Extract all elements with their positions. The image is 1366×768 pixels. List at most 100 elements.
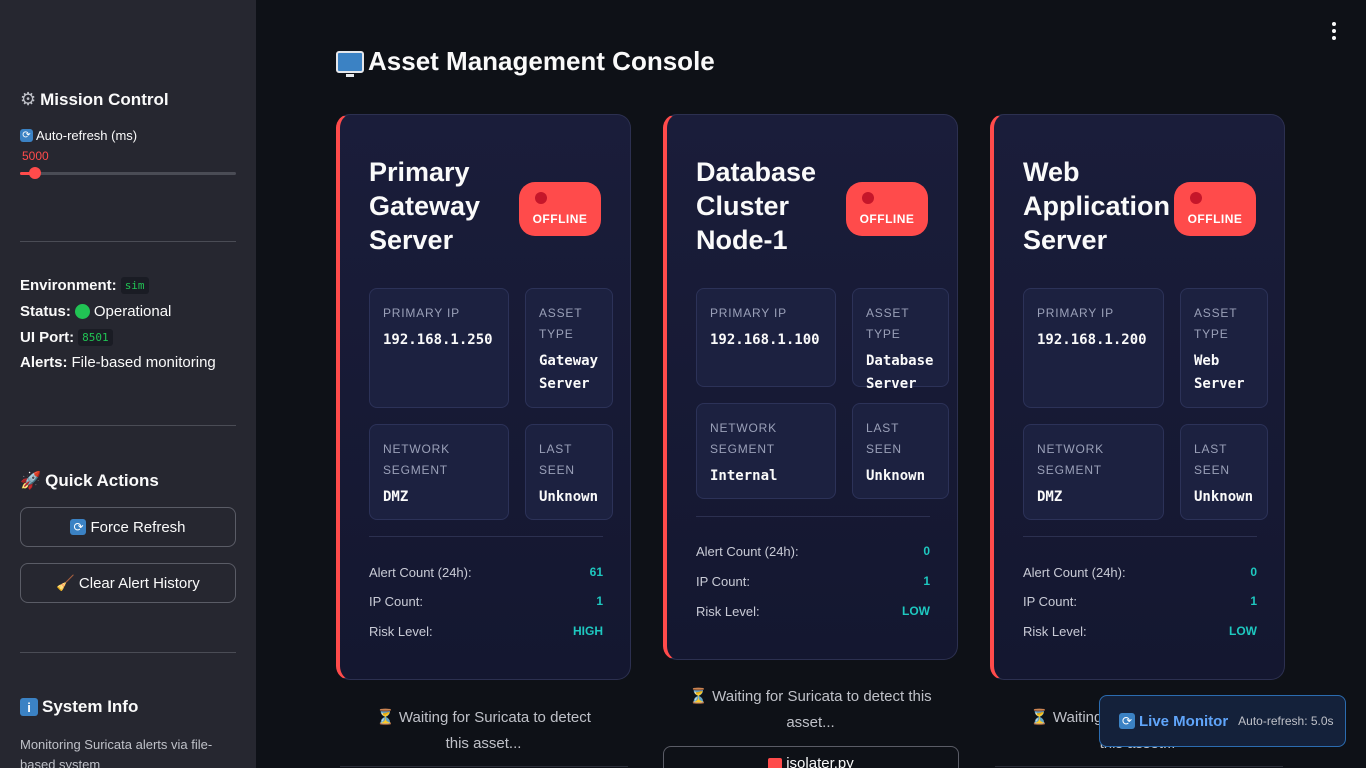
last-seen-tile: LAST SEEN Unknown — [1180, 424, 1268, 520]
alert-count-value: 0 — [923, 544, 930, 558]
card-divider — [369, 536, 603, 537]
ip-count-label: IP Count: — [696, 574, 750, 589]
page-title-text: Asset Management Console — [368, 46, 715, 76]
card-bottom-rule — [340, 766, 628, 767]
red-circle-icon — [862, 192, 874, 204]
live-monitor-badge: ⟳ Live Monitor Auto-refresh: 5.0s — [1099, 695, 1346, 747]
refresh-icon: ⟳ — [20, 129, 33, 142]
risk-level-label: Risk Level: — [369, 624, 433, 639]
asset-type-label: ASSET TYPE — [1194, 306, 1238, 341]
alert-count-label: Alert Count (24h): — [369, 565, 472, 580]
risk-level-value: LOW — [1229, 624, 1257, 638]
status-badge: OFFLINE — [519, 182, 601, 236]
card-divider — [1023, 536, 1257, 537]
menu-dot — [1332, 36, 1336, 40]
status-badge: OFFLINE — [1174, 182, 1256, 236]
environment-label: Environment: — [20, 277, 117, 294]
info-icon: i — [20, 698, 38, 716]
sidebar: ⚙ Mission Control ⟳ Auto-refresh (ms) 50… — [0, 0, 256, 768]
ip-count-value: 1 — [923, 574, 930, 588]
last-seen-value: Unknown — [866, 468, 926, 484]
force-refresh-button[interactable]: ⟳ Force Refresh — [20, 507, 236, 547]
ui-port-row: UI Port: 8501 — [20, 329, 113, 346]
alert-count-label: Alert Count (24h): — [1023, 565, 1126, 580]
status-badge: OFFLINE — [846, 182, 928, 236]
asset-name: Web Application Server — [1023, 157, 1170, 255]
refresh-icon: ⟳ — [70, 519, 87, 535]
alert-count-value: 0 — [1250, 565, 1257, 579]
alert-count-value: 61 — [589, 565, 603, 579]
main-menu-button[interactable] — [1326, 22, 1342, 40]
clear-alert-history-button[interactable]: 🧹 Clear Alert History — [20, 563, 236, 603]
desktop-computer-icon — [336, 50, 364, 77]
force-refresh-label: Force Refresh — [90, 518, 186, 536]
quick-actions-title: Quick Actions — [45, 471, 159, 490]
primary-ip-value: 192.168.1.250 — [383, 332, 493, 348]
slider-thumb[interactable] — [29, 167, 41, 179]
alert-count-row: Alert Count (24h): 0 — [696, 544, 930, 559]
last-seen-tile: LAST SEEN Unknown — [525, 424, 613, 520]
auto-refresh-slider[interactable] — [20, 167, 236, 179]
last-seen-value: Unknown — [1194, 489, 1254, 505]
clear-alert-label: Clear Alert History — [78, 574, 200, 592]
script-icon — [768, 758, 783, 768]
risk-level-row: Risk Level: HIGH — [369, 624, 603, 639]
asset-card: Database Cluster Node-1 OFFLINE PRIMARY … — [663, 114, 958, 660]
broom-icon: 🧹 — [56, 574, 75, 592]
asset-type-tile: ASSET TYPE Web Server — [1180, 288, 1268, 408]
script-label: isolater.py — [786, 755, 854, 768]
system-info-title: System Info — [42, 697, 139, 716]
status-badge-text: OFFLINE — [1187, 212, 1243, 226]
ui-port-label: UI Port: — [20, 329, 75, 346]
ip-count-row: IP Count: 1 — [1023, 594, 1257, 609]
green-circle-icon — [74, 304, 90, 319]
asset-type-tile: ASSET TYPE Gateway Server — [525, 288, 613, 408]
system-info-heading: i System Info — [20, 697, 138, 717]
network-segment-value: DMZ — [1037, 489, 1063, 505]
ip-count-value: 1 — [596, 594, 603, 608]
environment-value: sim — [120, 277, 149, 294]
ip-count-label: IP Count: — [1023, 594, 1077, 609]
primary-ip-value: 192.168.1.100 — [710, 332, 820, 348]
page-title: Asset Management Console — [336, 46, 715, 77]
red-circle-icon — [1190, 192, 1202, 204]
network-segment-label: NETWORK SEGMENT — [710, 421, 777, 456]
system-info-text: Monitoring Suricata alerts via file-base… — [20, 737, 213, 768]
network-segment-label: NETWORK SEGMENT — [383, 442, 450, 477]
ui-port-value: 8501 — [78, 329, 113, 346]
quick-actions-heading: 🚀 Quick Actions — [20, 471, 159, 491]
auto-refresh-label: ⟳ Auto-refresh (ms) — [20, 128, 137, 143]
isolater-script-button[interactable]: isolater.py — [663, 746, 959, 768]
asset-name: Primary Gateway Server — [369, 157, 481, 255]
risk-level-row: Risk Level: LOW — [696, 604, 930, 619]
asset-type-value: Database Server — [866, 353, 934, 392]
environment-row: Environment: sim — [20, 277, 149, 294]
waiting-message: ⏳ Waiting for Suricata to detect this as… — [376, 709, 591, 752]
primary-ip-tile: PRIMARY IP 192.168.1.100 — [696, 288, 836, 387]
asset-name: Database Cluster Node-1 — [696, 157, 817, 255]
risk-level-label: Risk Level: — [696, 604, 760, 619]
auto-refresh-label-text: Auto-refresh (ms) — [36, 128, 138, 143]
alerts-value: File-based monitoring — [71, 354, 216, 371]
sidebar-divider — [20, 241, 236, 242]
mission-control-heading: ⚙ Mission Control — [20, 89, 169, 110]
waiting-message: ⏳ Waiting for Suricata to detect this as… — [689, 688, 932, 731]
primary-ip-label: PRIMARY IP — [710, 306, 787, 320]
auto-refresh-value: 5000 — [22, 149, 49, 163]
asset-type-tile: ASSET TYPE Database Server — [852, 288, 949, 392]
network-segment-value: DMZ — [383, 489, 409, 505]
risk-level-row: Risk Level: LOW — [1023, 624, 1257, 639]
alerts-label: Alerts: — [20, 354, 68, 371]
menu-dot — [1332, 22, 1336, 26]
live-monitor-subtitle: Auto-refresh: 5.0s — [1238, 714, 1334, 728]
last-seen-label: LAST SEEN — [539, 442, 575, 477]
asset-type-label: ASSET TYPE — [866, 306, 910, 341]
last-seen-value: Unknown — [539, 489, 599, 505]
primary-ip-tile: PRIMARY IP 192.168.1.200 — [1023, 288, 1164, 408]
status-value: Operational — [93, 303, 172, 320]
network-segment-tile: NETWORK SEGMENT DMZ — [369, 424, 509, 520]
status-row: Status: Operational — [20, 303, 171, 320]
network-segment-value: Internal — [710, 468, 778, 484]
last-seen-label: LAST SEEN — [866, 421, 902, 456]
alerts-row: Alerts: File-based monitoring — [20, 354, 216, 371]
